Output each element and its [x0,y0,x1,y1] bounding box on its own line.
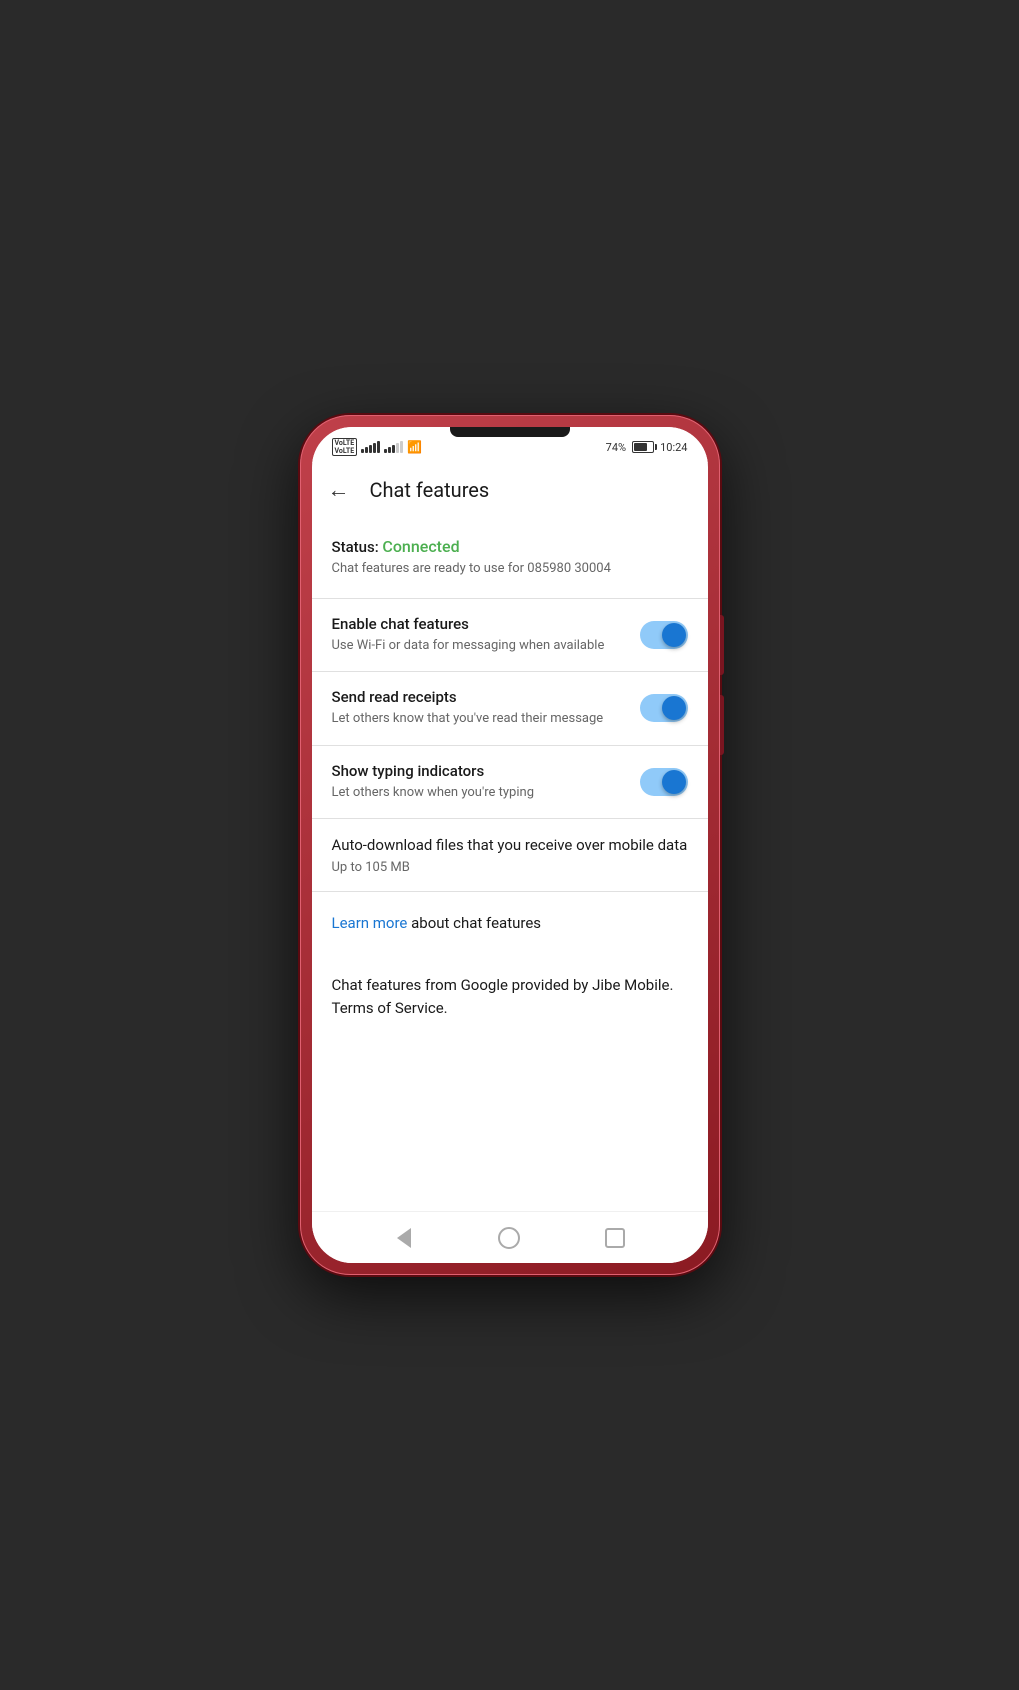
toggle-thumb [662,696,686,720]
status-right: 74% 10:24 [606,441,688,454]
phone-screen: VoLTEVoLTE 📶 74% [312,427,708,1263]
read-receipts-desc: Let others know that you've read their m… [332,710,628,728]
enable-chat-desc: Use Wi-Fi or data for messaging when ava… [332,637,628,655]
page-title: Chat features [370,478,490,502]
bottom-nav [312,1211,708,1263]
back-button[interactable]: ← [328,477,350,503]
learn-more-text: Learn more about chat features [332,912,688,935]
learn-more-link[interactable]: Learn more [332,914,408,932]
volume-button [720,695,724,755]
read-receipts-title: Send read receipts [332,688,628,706]
toggle-track [640,621,688,649]
signal-bar [369,445,372,453]
signal-bar [361,449,364,453]
volte-badge: VoLTEVoLTE [332,438,358,457]
battery-icon [632,441,654,453]
status-connected-text: Connected [382,537,459,556]
typing-indicators-desc: Let others know when you're typing [332,784,628,802]
signal-bar [400,441,403,453]
signal-bar [388,447,391,453]
toggle-track [640,694,688,722]
auto-download-title: Auto-download files that you receive ove… [332,835,688,856]
auto-download-desc: Up to 105 MB [332,860,688,875]
status-description: Chat features are ready to use for 08598… [332,560,688,578]
toggle-track [640,768,688,796]
signal-bar [365,447,368,453]
toggle-thumb [662,623,686,647]
phone-frame: VoLTEVoLTE 📶 74% [300,415,720,1275]
toggle-thumb [662,770,686,794]
typing-indicators-toggle-row: Show typing indicators Let others know w… [312,746,708,818]
signal-bar [373,443,376,453]
nav-back-button[interactable] [392,1226,416,1250]
read-receipts-toggle-row: Send read receipts Let others know that … [312,672,708,744]
signal-bars-1 [361,441,380,453]
google-info-section: Chat features from Google provided by Ji… [312,954,708,1039]
signal-bar [396,443,399,453]
nav-home-button[interactable] [497,1226,521,1250]
enable-chat-title: Enable chat features [332,615,628,633]
status-section: Status: Connected Chat features are read… [312,517,708,598]
signal-bar [392,445,395,453]
read-receipts-toggle[interactable] [640,694,688,722]
auto-download-row[interactable]: Auto-download files that you receive ove… [312,819,708,891]
status-row: Status: Connected [332,537,688,556]
status-label-text: Status: [332,538,383,556]
time-display: 10:24 [660,441,687,454]
wifi-icon: 📶 [407,440,422,454]
recent-icon [605,1228,625,1248]
battery-body [632,441,654,453]
battery-fill [634,443,647,451]
nav-recent-button[interactable] [603,1226,627,1250]
learn-more-rest: about chat features [407,914,541,932]
signal-bar [384,449,387,453]
enable-chat-text: Enable chat features Use Wi-Fi or data f… [332,615,628,655]
battery-percent: 74% [606,441,626,454]
signal-bars-2 [384,441,403,453]
enable-chat-toggle-row: Enable chat features Use Wi-Fi or data f… [312,599,708,671]
learn-more-section: Learn more about chat features [312,892,708,955]
enable-chat-toggle[interactable] [640,621,688,649]
home-icon [498,1227,520,1249]
status-left: VoLTEVoLTE 📶 [332,438,423,457]
signal-bar [377,441,380,453]
notch [450,427,570,437]
google-info-text: Chat features from Google provided by Ji… [332,974,688,1019]
top-bar: ← Chat features [312,463,708,517]
typing-indicators-toggle[interactable] [640,768,688,796]
power-button [720,615,724,675]
typing-indicators-title: Show typing indicators [332,762,628,780]
app-content: ← Chat features Status: Connected Chat f… [312,463,708,1211]
read-receipts-text: Send read receipts Let others know that … [332,688,628,728]
back-icon [397,1228,411,1248]
typing-indicators-text: Show typing indicators Let others know w… [332,762,628,802]
